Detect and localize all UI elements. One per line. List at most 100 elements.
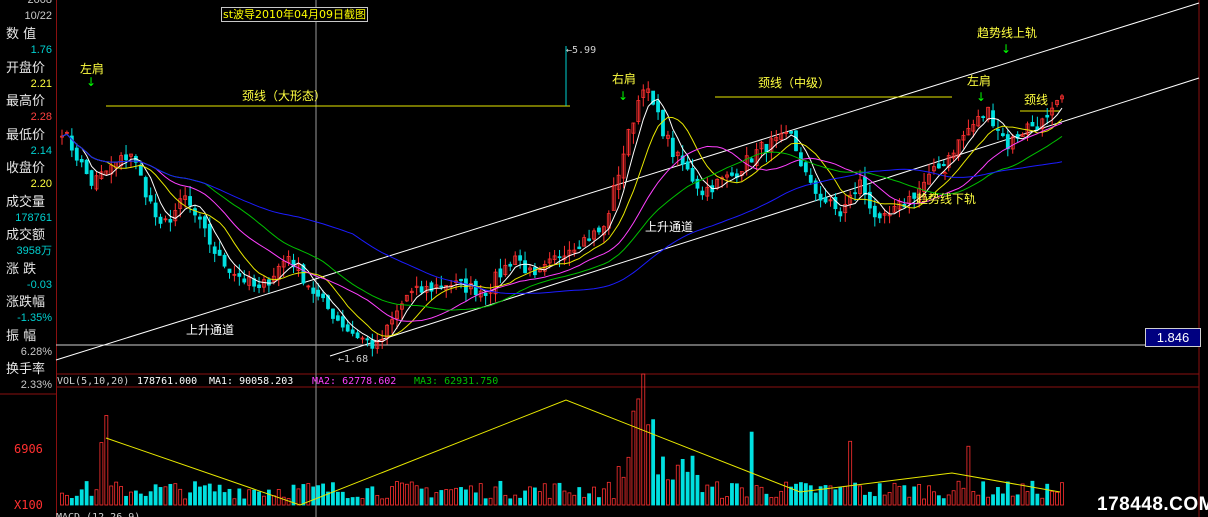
vol-ma1: MA1: 90058.203 <box>209 376 293 387</box>
arrow-up-icon: ↑ <box>940 169 950 183</box>
volume-bar <box>168 483 173 506</box>
volume-bar <box>1050 491 1055 506</box>
ma-line-30 <box>61 133 1063 311</box>
candle-body <box>818 193 823 201</box>
volume-bar <box>754 485 759 506</box>
volume-bar <box>380 498 385 506</box>
vol-ma2: MA2: 62778.602 <box>312 376 396 387</box>
volume-bar <box>375 494 380 506</box>
volume-bar <box>1040 497 1045 506</box>
candle-body <box>473 280 478 296</box>
volume-bar <box>700 492 705 506</box>
volume-bar <box>1000 493 1005 506</box>
volume-bar <box>390 486 394 506</box>
volume-bar <box>301 484 306 506</box>
volume-bar <box>217 484 222 506</box>
volume-bar <box>636 398 641 506</box>
volume-bar <box>769 497 774 506</box>
volume-bar <box>429 497 434 506</box>
candle-body <box>207 223 212 245</box>
volume-bar <box>444 489 449 506</box>
volume-bar <box>1005 481 1010 506</box>
channel-upper-line <box>55 2 1200 361</box>
label-up-channel: 上升通道 <box>645 220 693 234</box>
label-neckline-large: 颈线（大形态） <box>242 89 326 103</box>
volume-bar <box>661 456 665 506</box>
volume-bar <box>1030 480 1035 506</box>
volume-bar <box>281 496 286 506</box>
volume-bar <box>941 498 946 506</box>
ma-line-60 <box>61 133 1063 294</box>
candle-body <box>222 254 227 267</box>
candle-body <box>79 158 84 163</box>
volume-bar <box>1045 483 1050 506</box>
volume-bar <box>252 489 257 506</box>
volume-bar <box>414 485 419 506</box>
volume-bar <box>759 486 764 506</box>
candle-body <box>321 293 325 299</box>
candle-body <box>439 285 444 288</box>
label-low-price: ←1.68 <box>338 354 368 365</box>
volume-bar <box>685 471 690 506</box>
volume-bar <box>784 481 789 506</box>
candle-body <box>193 208 197 216</box>
label-trend-lower: 趋势线下轨 <box>916 192 976 206</box>
volume-bar <box>232 498 237 506</box>
volume-bar <box>478 483 483 506</box>
volume-bar <box>242 498 247 506</box>
volume-bar <box>488 497 493 506</box>
candle-body <box>508 263 513 267</box>
volume-bar <box>503 494 508 506</box>
volume-bar <box>764 493 769 506</box>
volume-bar <box>1035 493 1040 506</box>
volume-bar <box>695 474 700 506</box>
volume-bar <box>247 489 252 506</box>
volume-bar <box>404 483 409 506</box>
volume-bar <box>119 486 124 506</box>
volume-bar <box>670 479 675 506</box>
volume-bar <box>1015 494 1020 506</box>
volume-bar <box>833 489 838 506</box>
volume-bar <box>799 482 803 506</box>
volume-bar <box>468 485 473 506</box>
volume-bar <box>749 431 754 506</box>
volume-bar <box>163 486 168 506</box>
candle-body <box>853 192 858 195</box>
volume-bar <box>936 495 941 506</box>
volume-bar <box>114 481 119 506</box>
candle-body <box>483 292 488 296</box>
volume-bar <box>656 474 660 506</box>
volume-bar <box>424 487 429 506</box>
volume-bar <box>863 494 867 506</box>
volume-bar <box>956 480 961 506</box>
volume-bar <box>153 484 158 506</box>
volume-bar <box>547 497 552 506</box>
candle-body <box>316 289 321 297</box>
volume-bar <box>621 476 626 506</box>
volume-bar <box>794 483 798 506</box>
volume-bar <box>606 481 611 506</box>
candle-body <box>84 159 89 175</box>
volume-bar <box>675 464 680 506</box>
volume-bar <box>572 494 577 506</box>
volume-bar <box>897 485 902 506</box>
candle-body <box>148 195 153 202</box>
volume-bar <box>370 486 375 506</box>
label-left-shoulder: 左肩 <box>80 61 104 76</box>
volume-bar <box>459 487 463 506</box>
vol-ma3: MA3: 62931.750 <box>414 376 498 387</box>
volume-bar <box>813 492 818 506</box>
volume-bar <box>690 455 695 506</box>
volume-bar <box>917 484 922 506</box>
volume-bar <box>616 466 621 506</box>
volume-bar <box>882 494 887 506</box>
candle-body <box>597 227 601 233</box>
volume-bar <box>513 494 518 506</box>
candle-body <box>242 278 247 283</box>
volume-bar <box>1025 491 1030 506</box>
candle-body <box>237 273 242 277</box>
candle-body <box>158 216 163 224</box>
volume-bar <box>345 498 350 506</box>
vol-axis-value: 6906 <box>14 442 43 456</box>
candle-body <box>670 137 675 158</box>
